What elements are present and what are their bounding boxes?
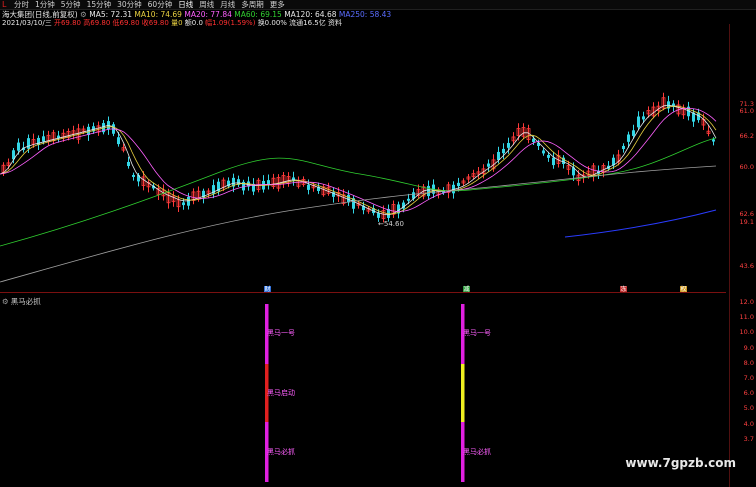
signal2-bottom-label: 黑马必抓 — [463, 448, 491, 456]
candle-body — [132, 174, 135, 177]
indicator-axis-label: 3.7 — [743, 434, 754, 443]
indicator-axis-label: 10.0 — [739, 328, 754, 337]
candle-body — [627, 134, 630, 142]
candle-body — [547, 155, 550, 158]
pane-divider — [0, 292, 726, 293]
ma20-value: MA20: 77.84 — [184, 10, 232, 19]
price-axis-label: 60.0 — [739, 163, 754, 171]
tab-7[interactable]: 周线 — [199, 0, 214, 9]
indicator-axis-label: 12.0 — [739, 298, 754, 306]
candle-body — [117, 137, 120, 145]
candle-body — [307, 184, 310, 190]
period-tabs: 分时 1分钟 5分钟 15分钟 30分钟 60分钟 日线 周线 月线 多周期 更多 — [14, 0, 285, 9]
candle-body — [532, 138, 535, 142]
indicator-axis-label: 5.0 — [743, 404, 754, 413]
candle-body — [427, 185, 430, 197]
candle-body — [127, 161, 130, 167]
candle-body — [377, 213, 380, 218]
settings-icon[interactable]: ⚙ — [80, 10, 87, 19]
signal1-bottom-label: 黑马必抓 — [267, 448, 295, 456]
price-axis-label: 43.6 — [739, 262, 754, 270]
ma5-value: MA5: 72.31 — [89, 10, 133, 19]
candle-body — [712, 139, 715, 142]
ma250-line — [564, 209, 717, 238]
ma60-line — [0, 137, 717, 247]
tab-3[interactable]: 15分钟 — [87, 0, 112, 9]
tab-10[interactable]: 更多 — [270, 0, 285, 9]
indicator-axis-label: 7.0 — [743, 374, 754, 382]
candle-body — [457, 182, 460, 187]
indicator-axis-label: 4.0 — [743, 419, 754, 428]
stock-name: 海大集团(日线,前复权) — [2, 10, 78, 19]
indicator-axis-label: 11.0 — [739, 313, 754, 322]
candle-body — [187, 196, 190, 206]
price-axis: 71.3 61.0 66.2 60.0 62.6 19.1 43.6 — [729, 24, 756, 292]
period-toolbar: L 分时 1分钟 5分钟 15分钟 30分钟 60分钟 日线 周线 月线 多周期 更多 — [0, 0, 756, 10]
candle-body — [507, 142, 510, 148]
indicator-axis-label: 8.0 — [743, 358, 754, 367]
candle-body — [542, 150, 545, 154]
ma250-value: MA250: 58.43 — [338, 10, 392, 19]
candle-body — [17, 142, 20, 151]
price-axis-label: 19.1 — [739, 218, 754, 226]
candle-body — [632, 130, 635, 136]
candle-body — [497, 151, 500, 161]
tab-5[interactable]: 60分钟 — [148, 0, 173, 9]
tab-4[interactable]: 30分钟 — [117, 0, 142, 9]
tab-9[interactable]: 多周期 — [241, 0, 264, 9]
candle-body — [637, 116, 640, 128]
ma-info-line: 海大集团(日线,前复权) ⚙ MA5: 72.31 MA10: 74.69 MA… — [2, 10, 391, 19]
mode-indicator[interactable]: L — [2, 0, 6, 9]
tab-8[interactable]: 月线 — [220, 0, 235, 9]
candle-body — [42, 136, 45, 142]
candle-body — [182, 202, 185, 206]
tab-2[interactable]: 5分钟 — [61, 0, 81, 9]
tab-1[interactable]: 1分钟 — [35, 0, 55, 9]
signal1-mid-label: 黑马启动 — [267, 389, 295, 397]
indicator-axis-label: 9.0 — [743, 343, 754, 352]
indicator-axis-label: 6.0 — [743, 389, 754, 398]
signal1-top-label: 黑马一号 — [267, 329, 295, 337]
price-axis-label: 66.2 — [739, 132, 754, 140]
candle-body — [407, 198, 410, 201]
low-price-annotation: ←54.60 — [378, 220, 404, 228]
tab-6[interactable]: 日线 — [178, 0, 193, 9]
signal2-bar-mid — [461, 364, 465, 422]
ma120-value: MA120: 64.68 — [284, 10, 337, 19]
price-axis-label: 61.0 — [739, 107, 754, 115]
candle-body — [622, 145, 625, 150]
ma60-value: MA60: 69.15 — [234, 10, 282, 19]
tab-0[interactable]: 分时 — [14, 0, 29, 9]
price-axis-label: 62.6 — [739, 210, 754, 218]
candle-body — [487, 163, 490, 167]
candle-body — [502, 148, 505, 154]
watermark: www.7gpzb.com — [625, 456, 736, 470]
candle-body — [27, 138, 30, 149]
candle-body — [552, 157, 555, 166]
ma120-line — [0, 165, 717, 283]
signal2-top-label: 黑马一号 — [463, 329, 491, 337]
candle-body — [642, 116, 645, 120]
indicator-chart[interactable] — [0, 294, 729, 487]
ma10-value: MA10: 74.69 — [134, 10, 182, 19]
price-chart[interactable] — [0, 24, 729, 292]
